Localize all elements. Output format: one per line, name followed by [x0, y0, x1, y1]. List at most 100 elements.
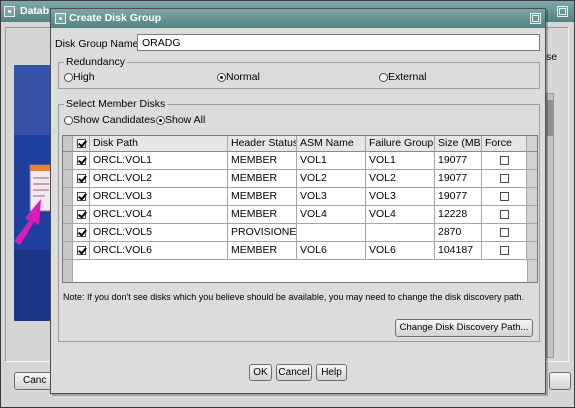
background-next-button[interactable] — [549, 372, 571, 390]
help-button[interactable]: Help — [316, 364, 347, 381]
asm-name-cell[interactable]: VOL4 — [297, 206, 366, 224]
header-filler — [527, 136, 537, 152]
row-header — [63, 206, 73, 224]
failure-group-cell[interactable]: VOL2 — [366, 170, 435, 188]
force-checkbox[interactable] — [499, 156, 509, 165]
asm-name-cell[interactable]: VOL1 — [297, 152, 366, 170]
table-row[interactable]: ORCL:VOL4 MEMBER VOL4 VOL4 12228 — [63, 206, 537, 224]
force-checkbox[interactable] — [499, 246, 509, 255]
table-row[interactable]: ORCL:VOL2 MEMBER VOL2 VOL2 19077 — [63, 170, 537, 188]
asm-name-cell[interactable] — [297, 224, 366, 242]
select-all-checkbox[interactable] — [76, 139, 86, 148]
dialog-title-bar[interactable]: Create Disk Group — [51, 9, 545, 28]
select-cell[interactable] — [73, 224, 90, 242]
redundancy-external-radio[interactable] — [379, 73, 388, 82]
redundancy-group: Redundancy — [58, 56, 540, 89]
select-checkbox[interactable] — [76, 228, 86, 237]
column-header-asm-name[interactable]: ASM Name — [297, 136, 366, 152]
force-cell[interactable] — [482, 206, 527, 224]
column-header-size[interactable]: Size (MB) — [435, 136, 482, 152]
column-header-failure-group[interactable]: Failure Group — [366, 136, 435, 152]
failure-group-cell[interactable] — [366, 224, 435, 242]
column-header-force[interactable]: Force — [482, 136, 527, 152]
row-header — [63, 170, 73, 188]
table-row[interactable]: ORCL:VOL6 MEMBER VOL6 VOL6 104187 — [63, 242, 537, 260]
row-filler — [527, 224, 537, 242]
select-checkbox[interactable] — [76, 210, 86, 219]
background-scrollbar[interactable] — [546, 93, 554, 358]
show-candidates-radio[interactable] — [64, 116, 73, 125]
size-cell: 19077 — [435, 170, 482, 188]
failure-group-cell[interactable]: VOL1 — [366, 152, 435, 170]
disk-group-name-label: Disk Group Name: — [55, 38, 142, 50]
select-checkbox[interactable] — [76, 174, 86, 183]
force-cell[interactable] — [482, 224, 527, 242]
row-header — [63, 152, 73, 170]
redundancy-normal-radio[interactable] — [217, 73, 226, 82]
disk-path-cell: ORCL:VOL5 — [90, 224, 228, 242]
redundancy-high-label[interactable]: High — [73, 71, 95, 83]
ok-button[interactable]: OK — [249, 364, 272, 381]
show-all-radio[interactable] — [156, 116, 165, 125]
row-filler — [527, 170, 537, 188]
background-window-title: Datab — [20, 5, 50, 17]
force-checkbox[interactable] — [499, 210, 509, 219]
force-checkbox[interactable] — [499, 174, 509, 183]
disk-path-cell: ORCL:VOL3 — [90, 188, 228, 206]
force-checkbox[interactable] — [499, 228, 509, 237]
cancel-button[interactable]: Cancel — [276, 364, 312, 381]
disk-path-cell: ORCL:VOL2 — [90, 170, 228, 188]
size-cell: 104187 — [435, 242, 482, 260]
failure-group-cell[interactable]: VOL6 — [366, 242, 435, 260]
header-status-cell: MEMBER — [228, 152, 297, 170]
select-checkbox[interactable] — [76, 246, 86, 255]
scrollbar-thumb[interactable] — [547, 100, 553, 136]
member-disks-table[interactable]: Disk Path Header Status ASM Name Failure… — [62, 135, 538, 283]
column-header-header-status[interactable]: Header Status — [228, 136, 297, 152]
select-cell[interactable] — [73, 206, 90, 224]
window-menu-icon[interactable] — [55, 13, 66, 24]
force-cell[interactable] — [482, 152, 527, 170]
select-cell[interactable] — [73, 152, 90, 170]
show-candidates-label[interactable]: Show Candidates — [73, 114, 155, 126]
window-menu-icon[interactable] — [4, 6, 15, 17]
header-status-cell: MEMBER — [228, 206, 297, 224]
force-checkbox[interactable] — [499, 192, 509, 201]
select-cell[interactable] — [73, 170, 90, 188]
disk-group-name-input[interactable] — [137, 34, 540, 51]
redundancy-normal-label[interactable]: Normal — [226, 71, 260, 83]
select-checkbox[interactable] — [76, 192, 86, 201]
select-checkbox[interactable] — [76, 156, 86, 165]
maximize-icon[interactable] — [557, 6, 568, 17]
force-cell[interactable] — [482, 242, 527, 260]
header-status-cell: MEMBER — [228, 170, 297, 188]
force-cell[interactable] — [482, 170, 527, 188]
select-cell[interactable] — [73, 242, 90, 260]
asm-name-cell[interactable]: VOL3 — [297, 188, 366, 206]
header-status-cell: PROVISIONED — [228, 224, 297, 242]
discovery-note: Note: If you don't see disks which you b… — [63, 292, 524, 302]
size-cell: 19077 — [435, 188, 482, 206]
member-disks-legend: Select Member Disks — [64, 98, 168, 111]
failure-group-cell[interactable]: VOL3 — [366, 188, 435, 206]
asm-name-cell[interactable]: VOL6 — [297, 242, 366, 260]
redundancy-external-label[interactable]: External — [388, 71, 427, 83]
redundancy-legend: Redundancy — [64, 56, 127, 69]
table-row[interactable]: ORCL:VOL5 PROVISIONED 2870 — [63, 224, 537, 242]
failure-group-cell[interactable]: VOL4 — [366, 206, 435, 224]
select-cell[interactable] — [73, 188, 90, 206]
select-all-cell[interactable] — [73, 136, 90, 152]
size-cell: 12228 — [435, 206, 482, 224]
force-cell[interactable] — [482, 188, 527, 206]
show-all-label[interactable]: Show All — [165, 114, 205, 126]
maximize-icon[interactable] — [530, 13, 541, 24]
size-cell: 19077 — [435, 152, 482, 170]
table-row[interactable]: ORCL:VOL3 MEMBER VOL3 VOL3 19077 — [63, 188, 537, 206]
table-row[interactable]: ORCL:VOL1 MEMBER VOL1 VOL1 19077 — [63, 152, 537, 170]
asm-name-cell[interactable]: VOL2 — [297, 170, 366, 188]
column-header-disk-path[interactable]: Disk Path — [90, 136, 228, 152]
redundancy-high-radio[interactable] — [64, 73, 73, 82]
disk-path-cell: ORCL:VOL4 — [90, 206, 228, 224]
header-status-cell: MEMBER — [228, 188, 297, 206]
change-discovery-path-button[interactable]: Change Disk Discovery Path... — [395, 319, 533, 337]
